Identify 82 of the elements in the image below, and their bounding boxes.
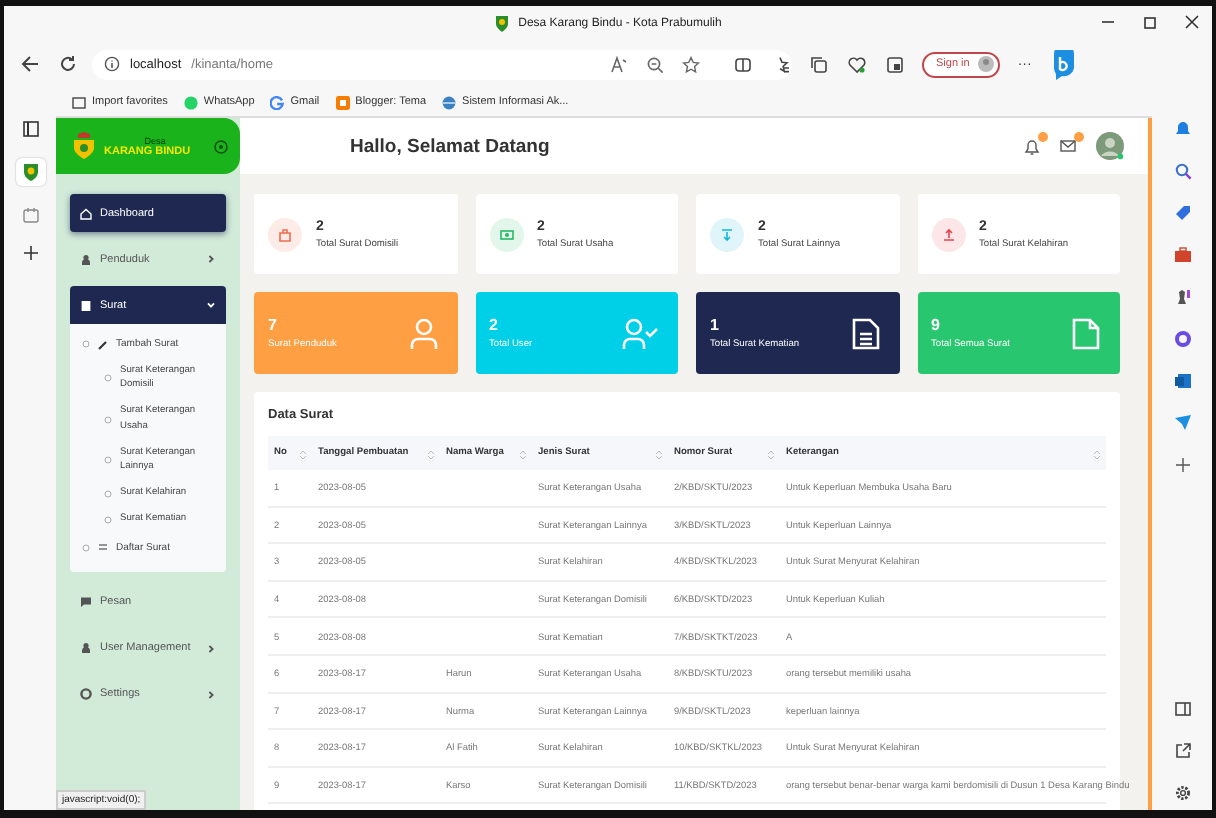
split-screen-icon[interactable] <box>734 55 752 73</box>
summary-value: 1 <box>710 316 721 334</box>
chevron-icon <box>206 643 216 653</box>
add-icon[interactable] <box>1173 456 1191 474</box>
mail-app-icon[interactable] <box>1173 372 1191 390</box>
bell-icon[interactable] <box>1173 120 1191 138</box>
list-icon <box>98 542 108 552</box>
emblem-icon <box>72 132 96 160</box>
menu-item-icon <box>80 299 92 311</box>
browser-tab[interactable] <box>15 158 45 186</box>
menu-item-icon <box>80 642 92 654</box>
shield-icon <box>21 162 39 182</box>
stat-glyph-icon <box>278 227 292 241</box>
sort-icon <box>656 449 662 459</box>
restore-icon[interactable] <box>1142 14 1158 30</box>
bell-icon[interactable] <box>1024 137 1040 155</box>
bullet-icon <box>104 415 112 424</box>
sort-icon <box>300 449 306 459</box>
calendar-icon[interactable] <box>21 206 39 224</box>
notification-badge <box>1038 131 1048 141</box>
menu-item-icon <box>80 253 92 265</box>
briefcase-icon[interactable] <box>1173 246 1191 264</box>
pen-icon <box>98 339 108 349</box>
read-aloud-icon[interactable] <box>610 55 628 73</box>
avatar[interactable] <box>1096 132 1124 160</box>
copilot-icon[interactable] <box>1049 49 1078 79</box>
zoom-icon[interactable] <box>646 55 664 73</box>
document-icon <box>1072 317 1100 349</box>
bullet-icon <box>104 455 112 464</box>
tag-icon[interactable] <box>1173 204 1191 222</box>
blog-icon <box>335 95 350 109</box>
shield-icon <box>494 14 511 32</box>
user-check-icon <box>622 317 658 349</box>
page-scrollbar[interactable] <box>1148 118 1152 810</box>
close-icon[interactable] <box>1184 14 1200 30</box>
external-link-icon[interactable] <box>1173 742 1191 760</box>
toggle-icon[interactable] <box>214 139 228 153</box>
star-icon[interactable] <box>682 55 700 73</box>
user-icon <box>409 317 437 349</box>
bullet-icon <box>82 543 90 551</box>
profile-icon <box>977 56 994 72</box>
back-icon[interactable] <box>20 54 40 74</box>
greeting-heading: Hallo, Selamat Datang <box>350 135 550 157</box>
bullet-icon <box>82 340 90 348</box>
summary-value: 7 <box>268 316 279 334</box>
summary-value: 2 <box>489 316 500 334</box>
chevron-icon <box>206 689 216 699</box>
globe-icon <box>442 95 457 109</box>
chat-icon <box>183 95 198 109</box>
screenshot-icon[interactable] <box>886 55 904 73</box>
stat-glyph-icon <box>941 227 955 241</box>
collections-icon[interactable] <box>810 55 828 73</box>
settings-icon[interactable] <box>1173 784 1191 802</box>
sort-icon <box>1094 449 1100 459</box>
send-icon[interactable] <box>1173 414 1191 432</box>
tab-actions-icon[interactable] <box>21 120 39 138</box>
menu-item-icon <box>80 596 92 608</box>
chevron-icon <box>206 300 216 310</box>
bullet-icon <box>104 489 112 498</box>
summary-value: 9 <box>931 316 942 334</box>
new-tab-icon[interactable] <box>21 244 39 262</box>
folder-icon <box>72 95 86 109</box>
sidebar-icon[interactable] <box>1173 700 1191 718</box>
menu-item-icon <box>80 207 92 219</box>
document-icon <box>851 317 879 349</box>
bullet-icon <box>104 374 112 383</box>
search-icon[interactable] <box>1173 162 1191 180</box>
chess-icon[interactable] <box>1173 288 1191 306</box>
ring-icon[interactable] <box>1173 330 1191 348</box>
g-icon <box>270 95 285 109</box>
chevron-icon <box>206 254 216 264</box>
notification-badge <box>1074 132 1084 142</box>
mail-icon[interactable] <box>1060 138 1076 154</box>
sort-icon <box>520 449 526 459</box>
sort-icon <box>428 449 434 459</box>
sort-icon <box>768 449 774 459</box>
stat-glyph-icon <box>499 227 513 241</box>
heart-icon[interactable] <box>848 55 866 73</box>
reload-icon[interactable] <box>58 54 78 74</box>
bullet-icon <box>104 515 112 524</box>
stat-glyph-icon <box>720 227 734 241</box>
menu-item-icon <box>80 688 92 700</box>
